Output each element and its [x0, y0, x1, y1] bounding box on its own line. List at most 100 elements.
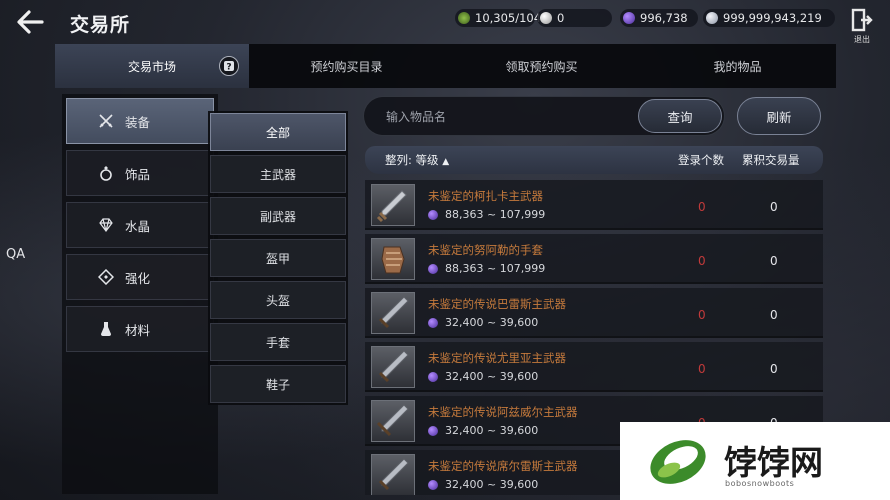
ring-icon [97, 164, 115, 182]
sword-icon [371, 346, 415, 388]
subcategory-all[interactable]: 全部 [210, 113, 346, 151]
crossed-swords-icon [97, 112, 115, 130]
purple-crystal-icon [428, 263, 438, 274]
category-label: 材料 [125, 322, 151, 338]
item-name: 未鉴定的传说巴雷斯主武器 [428, 297, 566, 311]
crystal-counter: 996,738 [620, 9, 698, 27]
price-value: 32,400 ~ 39,600 [445, 424, 539, 437]
help-badge[interactable]: ? [219, 56, 239, 76]
category-material[interactable]: 材料 [66, 306, 214, 352]
crystal-value: 996,738 [640, 11, 688, 25]
price-range: 32,400 ~ 39,600 [428, 370, 538, 383]
category-label: 强化 [125, 270, 151, 286]
tab-claim-reserve[interactable]: 领取预约购买 [444, 44, 639, 88]
sword-icon [371, 400, 415, 442]
registered-count: 0 [698, 200, 706, 214]
subcategory-sub-weapon[interactable]: 副武器 [210, 197, 346, 235]
exit-label: 退出 [854, 35, 870, 44]
top-bar: 交易所 10,305/104 0 996,738 999,999,943,219… [0, 0, 890, 44]
silver-icon [540, 12, 552, 24]
subcategory-panel: 全部 主武器 副武器 盔甲 头盔 手套 鞋子 [208, 111, 348, 405]
coin-counter: 999,999,943,219 [703, 9, 835, 27]
registered-count: 0 [698, 362, 706, 376]
subcategory-main-weapon[interactable]: 主武器 [210, 155, 346, 193]
back-button[interactable] [12, 6, 48, 38]
list-item[interactable]: 未鉴定的努阿勒的手套 88,363 ~ 107,999 0 0 [365, 234, 823, 284]
trade-volume: 0 [770, 308, 778, 322]
watermark: 饽饽网 bobosnowboots [620, 422, 890, 500]
tab-market[interactable]: 交易市场 ? [55, 44, 249, 88]
purple-crystal-icon [623, 12, 635, 24]
arrow-left-icon [17, 10, 44, 34]
refresh-button[interactable]: 刷新 [737, 97, 821, 135]
page-title: 交易所 [70, 14, 131, 36]
purple-crystal-icon [428, 209, 438, 220]
price-range: 88,363 ~ 107,999 [428, 208, 545, 221]
registered-count: 0 [698, 254, 706, 268]
query-button[interactable]: 查询 [638, 99, 722, 133]
list-item[interactable]: 未鉴定的传说巴雷斯主武器 32,400 ~ 39,600 0 0 [365, 288, 823, 338]
help-icon: ? [224, 61, 234, 73]
tab-reserve-list[interactable]: 预约购买目录 [249, 44, 444, 88]
search-box: 查询 [363, 96, 725, 136]
price-range: 32,400 ~ 39,600 [428, 316, 538, 329]
search-input[interactable] [386, 107, 626, 127]
watermark-text: 饽饽网 [724, 443, 823, 482]
purple-crystal-icon [428, 479, 438, 490]
tab-label: 领取预约购买 [505, 59, 578, 74]
exit-button[interactable]: 退出 [848, 8, 876, 44]
sort-toggle[interactable]: 整列: 等级 ▲ [385, 152, 449, 168]
item-name: 未鉴定的传说阿兹威尔主武器 [428, 405, 578, 419]
coin-icon [706, 12, 718, 24]
price-value: 32,400 ~ 39,600 [445, 316, 539, 329]
sword-icon [371, 454, 415, 495]
item-name: 未鉴定的柯扎卡主武器 [428, 189, 543, 203]
diamond-icon [97, 216, 115, 234]
price-range: 32,400 ~ 39,600 [428, 478, 538, 491]
silver-value: 0 [557, 11, 565, 25]
item-name: 未鉴定的传说席尔雷斯主武器 [428, 459, 578, 473]
subcategory-helmet[interactable]: 头盔 [210, 281, 346, 319]
list-header: 整列: 等级 ▲ 登录个数 累积交易量 [365, 146, 823, 174]
list-item[interactable]: 未鉴定的柯扎卡主武器 88,363 ~ 107,999 0 0 [365, 180, 823, 230]
price-value: 32,400 ~ 39,600 [445, 478, 539, 491]
header-volume: 累积交易量 [742, 153, 800, 167]
category-enhance[interactable]: 强化 [66, 254, 214, 300]
sort-arrow-up-icon: ▲ [442, 157, 450, 167]
weight-value: 10,305/104 [475, 11, 542, 25]
registered-count: 0 [698, 308, 706, 322]
flask-icon [97, 320, 115, 338]
header-count: 登录个数 [678, 153, 724, 167]
svg-text:?: ? [226, 63, 231, 73]
category-label: 水晶 [125, 218, 151, 234]
subcategory-shoes[interactable]: 鞋子 [210, 365, 346, 403]
list-item[interactable]: 未鉴定的传说尤里亚主武器 32,400 ~ 39,600 0 0 [365, 342, 823, 392]
subcategory-gloves[interactable]: 手套 [210, 323, 346, 361]
weight-counter: 10,305/104 [455, 9, 541, 27]
tab-my-items[interactable]: 我的物品 [639, 44, 836, 88]
category-accessory[interactable]: 饰品 [66, 150, 214, 196]
category-crystal[interactable]: 水晶 [66, 202, 214, 248]
tab-label: 预约购买目录 [310, 59, 383, 74]
category-panel: 装备 饰品 水晶 强化 材料 [62, 94, 218, 494]
silver-counter: 0 [537, 9, 612, 27]
price-value: 88,363 ~ 107,999 [445, 262, 546, 275]
trade-volume: 0 [770, 362, 778, 376]
item-name: 未鉴定的努阿勒的手套 [428, 243, 543, 257]
subcategory-armor[interactable]: 盔甲 [210, 239, 346, 277]
sort-label: 整列: 等级 [385, 153, 439, 167]
category-equipment[interactable]: 装备 [66, 98, 214, 144]
purple-crystal-icon [428, 371, 438, 382]
enhance-icon [97, 268, 115, 286]
tab-label: 我的物品 [713, 59, 762, 74]
trade-volume: 0 [770, 254, 778, 268]
trade-volume: 0 [770, 200, 778, 214]
purple-crystal-icon [428, 425, 438, 436]
category-label: 装备 [125, 114, 151, 130]
price-range: 32,400 ~ 39,600 [428, 424, 538, 437]
price-value: 32,400 ~ 39,600 [445, 370, 539, 383]
gauntlet-icon [371, 238, 415, 280]
leaf-logo-icon [650, 440, 706, 484]
item-name: 未鉴定的传说尤里亚主武器 [428, 351, 566, 365]
exit-door-icon [851, 8, 873, 32]
